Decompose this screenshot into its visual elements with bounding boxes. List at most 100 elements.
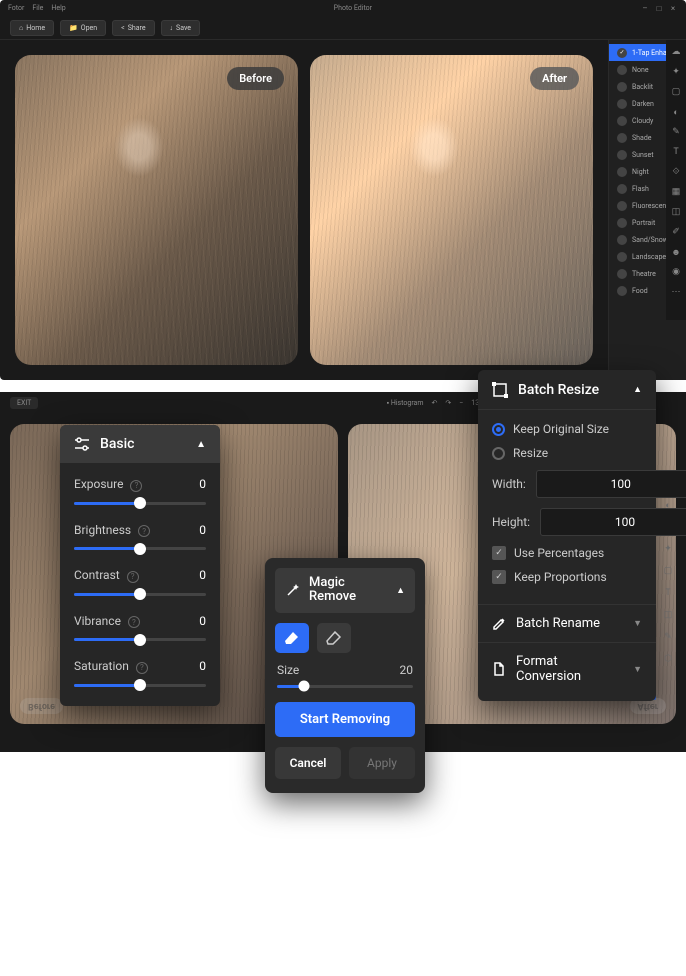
height-input[interactable]: [540, 508, 686, 536]
effects-icon[interactable]: ◉: [670, 266, 682, 278]
compare-view: Before After: [0, 40, 608, 380]
tool-icon-5[interactable]: T: [662, 588, 674, 600]
redo-icon[interactable]: ↷: [445, 399, 451, 407]
layers-icon[interactable]: ◫: [670, 206, 682, 218]
radio-on-icon: [492, 423, 505, 436]
text-icon[interactable]: T: [670, 146, 682, 158]
adjust-icon[interactable]: ◐: [670, 106, 682, 118]
use-percentages-checkbox[interactable]: ✓ Use Percentages: [492, 546, 642, 560]
slider-thumb[interactable]: [299, 681, 310, 692]
height-label: Height:: [492, 515, 530, 529]
pencil-icon: [492, 617, 506, 631]
undo-icon[interactable]: ↶: [432, 399, 438, 407]
batch-rename-section[interactable]: Batch Rename ▼: [478, 604, 656, 642]
apply-button[interactable]: Apply: [349, 747, 415, 779]
sticker-icon[interactable]: ☻: [670, 246, 682, 258]
info-icon[interactable]: ?: [130, 480, 142, 492]
slider-thumb[interactable]: [134, 497, 146, 509]
app-name: Fotor: [8, 4, 24, 12]
preset-swatch-icon: [617, 116, 627, 126]
minimize-icon[interactable]: –: [640, 3, 650, 13]
tool-icon-4[interactable]: ▢: [662, 566, 674, 578]
slider-thumb[interactable]: [134, 588, 146, 600]
cancel-button[interactable]: Cancel: [275, 747, 341, 779]
contrast-slider[interactable]: [74, 593, 206, 596]
download-icon: ↓: [170, 24, 174, 32]
more-icon[interactable]: ⋯: [670, 286, 682, 298]
tool-icon-8[interactable]: ⬡: [662, 654, 674, 666]
keep-proportions-checkbox[interactable]: ✓ Keep Proportions: [492, 570, 642, 584]
open-button[interactable]: 📁Open: [60, 20, 106, 36]
brush-icon[interactable]: ✐: [670, 226, 682, 238]
preset-swatch-icon: [617, 65, 627, 75]
crop-icon[interactable]: ⟐: [670, 166, 682, 178]
tool-icon-6[interactable]: ◫: [662, 610, 674, 622]
chevron-up-icon: ▲: [633, 384, 642, 395]
window-title: Photo Editor: [66, 4, 640, 12]
checkbox-checked-icon: ✓: [492, 570, 506, 584]
share-button[interactable]: <Share: [112, 20, 154, 36]
tool-icon-3[interactable]: ✦: [662, 544, 674, 556]
checkbox-checked-icon: ✓: [492, 546, 506, 560]
zoom-out-icon[interactable]: −: [459, 399, 463, 407]
info-icon[interactable]: ?: [136, 662, 148, 674]
size-slider[interactable]: [277, 685, 413, 688]
magic-remove-panel: Magic Remove ▲ Size 20 Start Removing Ca…: [265, 558, 425, 793]
sparkle-icon[interactable]: ✦: [670, 66, 682, 78]
preset-swatch-icon: [617, 252, 627, 262]
resize-radio[interactable]: Resize: [492, 446, 642, 460]
cloud-icon[interactable]: ☁: [670, 46, 682, 58]
brightness-slider[interactable]: [74, 547, 206, 550]
info-icon[interactable]: ?: [138, 525, 150, 537]
frame-icon[interactable]: ▢: [670, 86, 682, 98]
magic-panel-header[interactable]: Magic Remove ▲: [275, 568, 415, 613]
chevron-down-icon: ▼: [633, 618, 642, 629]
slider-vibrance: Vibrance ?0: [60, 600, 220, 642]
eraser-tool-alt[interactable]: [317, 623, 351, 653]
folder-icon: 📁: [69, 24, 78, 32]
info-icon[interactable]: ?: [128, 616, 140, 628]
eraser-tool-active[interactable]: [275, 623, 309, 653]
main-editor-window: Fotor File Help Photo Editor – □ × ⌂Home…: [0, 0, 686, 380]
start-removing-button[interactable]: Start Removing: [275, 702, 415, 737]
format-conversion-section[interactable]: Format Conversion ▼: [478, 642, 656, 695]
close-icon[interactable]: ×: [668, 3, 678, 13]
vibrance-slider[interactable]: [74, 638, 206, 641]
preset-swatch-icon: [617, 218, 627, 228]
width-label: Width:: [492, 477, 526, 491]
format-conversion-title: Format Conversion: [516, 654, 623, 684]
chevron-up-icon: ▲: [396, 585, 405, 596]
basic-panel-header[interactable]: Basic ▲: [60, 425, 220, 463]
maximize-icon[interactable]: □: [654, 3, 664, 13]
mini-before-badge: Before: [20, 698, 63, 714]
slider-thumb[interactable]: [134, 679, 146, 691]
exposure-slider[interactable]: [74, 502, 206, 505]
eyedropper-icon[interactable]: ✎: [670, 126, 682, 138]
share-icon: <: [121, 24, 125, 32]
save-button[interactable]: ↓Save: [161, 20, 200, 36]
tool-icon-7[interactable]: ✎: [662, 632, 674, 644]
slider-contrast: Contrast ?0: [60, 554, 220, 596]
file-icon: [492, 662, 506, 676]
menu-help[interactable]: Help: [51, 4, 65, 12]
magic-title: Magic Remove: [309, 576, 388, 605]
preset-swatch-icon: [617, 133, 627, 143]
slider-saturation: Saturation ?0: [60, 645, 220, 687]
slider-exposure: Exposure ?0: [60, 463, 220, 505]
info-icon[interactable]: ?: [127, 571, 139, 583]
histogram-toggle[interactable]: ▪ Histogram: [387, 399, 424, 407]
size-value: 20: [400, 663, 414, 677]
slider-thumb[interactable]: [134, 634, 146, 646]
width-input[interactable]: [536, 470, 686, 498]
preset-swatch-icon: [617, 235, 627, 245]
batch-rename-title: Batch Rename: [516, 616, 600, 631]
keep-original-radio[interactable]: Keep Original Size: [492, 422, 642, 436]
home-button[interactable]: ⌂Home: [10, 20, 54, 36]
exit-button[interactable]: EXIT: [10, 397, 38, 409]
batch-resize-header[interactable]: Batch Resize ▲: [478, 370, 656, 410]
saturation-slider[interactable]: [74, 684, 206, 687]
chevron-down-icon: ▼: [633, 664, 642, 675]
menu-file[interactable]: File: [32, 4, 43, 12]
grid-icon[interactable]: ▦: [670, 186, 682, 198]
slider-thumb[interactable]: [134, 543, 146, 555]
